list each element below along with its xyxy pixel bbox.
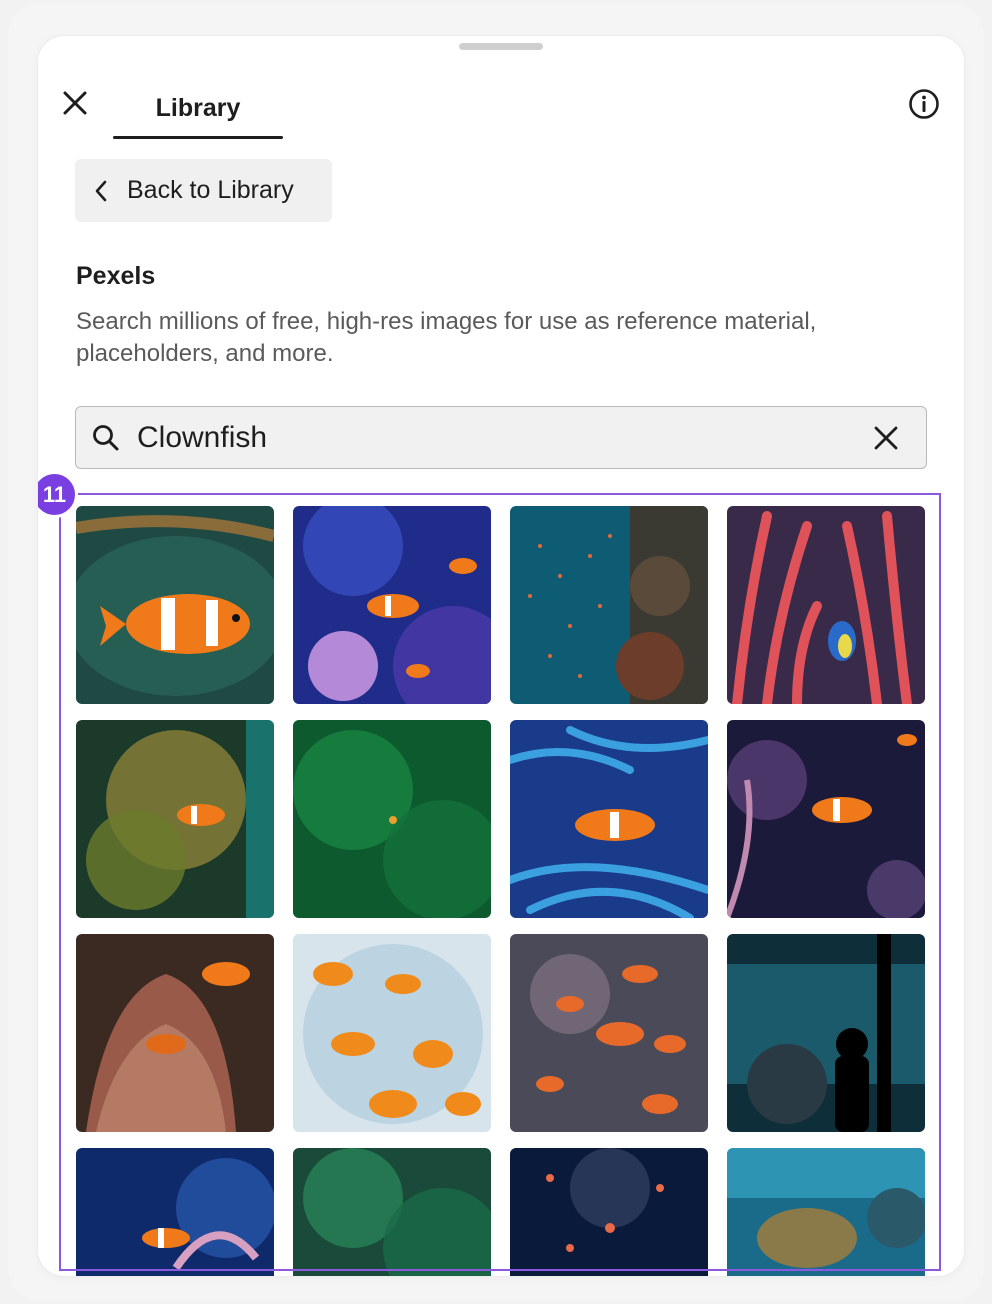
- back-button-label: Back to Library: [127, 176, 294, 204]
- result-image[interactable]: [76, 720, 274, 918]
- result-image[interactable]: [727, 506, 925, 704]
- clear-icon: [874, 426, 898, 449]
- section-description: Search millions of free, high-res images…: [76, 308, 817, 367]
- result-image[interactable]: [76, 934, 274, 1132]
- back-to-library-button[interactable]: Back to Library: [75, 159, 332, 222]
- search-icon: [91, 423, 121, 453]
- annotation-badge: 11: [38, 471, 78, 518]
- result-image[interactable]: [76, 1148, 274, 1276]
- close-icon: [63, 91, 87, 115]
- search-field[interactable]: [75, 406, 927, 469]
- chevron-left-icon: [95, 180, 107, 201]
- section-title: Pexels: [76, 262, 156, 290]
- results-grid: [76, 506, 926, 1276]
- result-image[interactable]: [727, 934, 925, 1132]
- result-image[interactable]: [293, 506, 491, 704]
- result-image[interactable]: [293, 1148, 491, 1276]
- library-panel: Library Back to Library Pexels Search mi…: [38, 36, 964, 1276]
- result-image[interactable]: [510, 934, 708, 1132]
- result-image[interactable]: [510, 506, 708, 704]
- clear-search-button[interactable]: [866, 418, 906, 458]
- tab-library[interactable]: Library: [114, 76, 282, 140]
- search-input[interactable]: [137, 407, 866, 468]
- result-image[interactable]: [727, 720, 925, 918]
- info-button[interactable]: [906, 86, 942, 122]
- tab-active-indicator: [113, 136, 283, 139]
- tab-library-label: Library: [155, 93, 241, 122]
- result-image[interactable]: [510, 1148, 708, 1276]
- result-image[interactable]: [727, 1148, 925, 1276]
- result-image[interactable]: [293, 934, 491, 1132]
- drag-handle[interactable]: [459, 43, 543, 50]
- close-button[interactable]: [58, 86, 92, 120]
- info-icon: [909, 89, 939, 119]
- result-image[interactable]: [76, 506, 274, 704]
- result-image[interactable]: [510, 720, 708, 918]
- result-image[interactable]: [293, 720, 491, 918]
